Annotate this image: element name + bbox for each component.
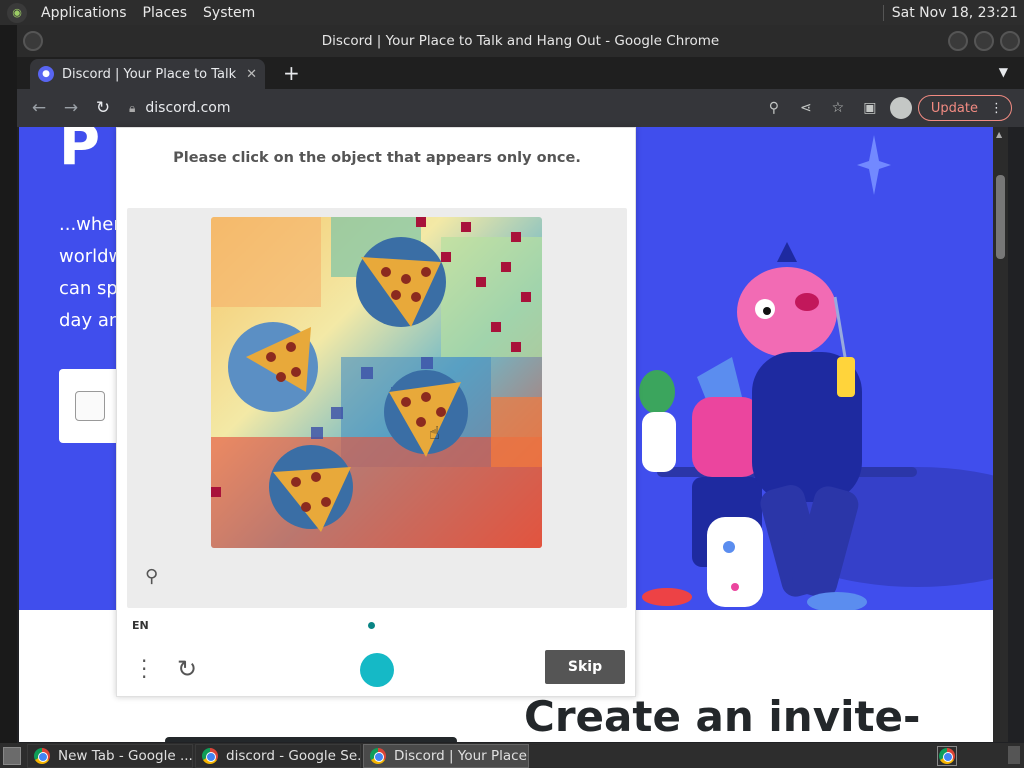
hcaptcha-checkbox[interactable]	[75, 391, 105, 421]
tab-strip: ● Discord | Your Place to Talk and Hang …	[17, 57, 1024, 89]
more-options-icon[interactable]: · · ·	[141, 651, 147, 687]
distro-logo-icon[interactable]: ◉	[7, 2, 27, 23]
challenge-area: ☝ ⚲	[127, 208, 627, 608]
chrome-icon	[370, 747, 386, 764]
tab-close-icon[interactable]: ✕	[246, 67, 257, 82]
zoom-magnifier-icon[interactable]: ⚲	[145, 566, 158, 587]
desktop-top-panel: ◉ Applications Places System Sat Nov 18,…	[0, 0, 1024, 25]
invite-heading: Create an invite-	[524, 692, 921, 741]
hero-heading: P	[59, 127, 101, 178]
window-titlebar[interactable]: Discord | Your Place to Talk and Hang Ou…	[17, 25, 1024, 57]
menu-system[interactable]: System	[195, 5, 263, 21]
update-button[interactable]: Update ⋮	[917, 95, 1012, 121]
language-selector[interactable]: EN	[132, 619, 149, 632]
address-url: discord.com	[145, 100, 231, 116]
tab-search-chevron-icon[interactable]: ▼	[999, 65, 1008, 79]
back-arrow-icon[interactable]: ←	[25, 94, 53, 122]
new-tab-button[interactable]: +	[283, 61, 300, 85]
workspace-switcher[interactable]	[1008, 746, 1020, 764]
skip-button[interactable]: Skip	[545, 650, 625, 684]
forward-arrow-icon[interactable]: →	[57, 94, 85, 122]
challenge-page-indicator	[368, 622, 375, 629]
maximize-button[interactable]	[974, 31, 994, 51]
chrome-icon	[202, 747, 218, 764]
side-panel-icon[interactable]: ▣	[856, 94, 884, 122]
hero-illustration	[639, 242, 1007, 610]
lock-icon[interactable]: 🔒︎	[129, 101, 135, 116]
minimize-button[interactable]	[948, 31, 968, 51]
taskbar-item-new-tab[interactable]: New Tab - Google ...	[27, 743, 193, 768]
challenge-footer: · · · ↻ Skip	[117, 643, 637, 698]
challenge-prompt: Please click on the object that appears …	[173, 150, 581, 166]
pizza-slice-2	[228, 322, 318, 412]
update-label: Update	[930, 100, 978, 116]
reload-icon[interactable]: ↻	[89, 94, 117, 122]
taskbar-item-discord[interactable]: Discord | Your Place ...	[363, 743, 529, 768]
tab-title: Discord | Your Place to Talk and Hang Ou…	[62, 66, 240, 82]
chrome-icon	[34, 747, 50, 764]
browser-toolbar: ← → ↻ 🔒︎ discord.com ⚲ ⋖ ☆ ▣ Update ⋮	[17, 89, 1024, 127]
hand-cursor-icon: ☝	[429, 423, 440, 444]
profile-avatar-icon[interactable]	[889, 97, 912, 119]
address-bar[interactable]: 🔒︎ discord.com	[121, 94, 756, 122]
show-desktop-icon[interactable]	[3, 746, 21, 765]
taskbar-item-discord-search[interactable]: discord - Google Se...	[195, 743, 361, 768]
discord-favicon-icon: ●	[38, 66, 54, 82]
scrollbar-thumb[interactable]	[996, 175, 1005, 259]
window-menu-button[interactable]	[23, 31, 43, 51]
share-icon[interactable]: ⋖	[792, 94, 820, 122]
panel-clock[interactable]: Sat Nov 18, 23:21	[882, 4, 1024, 21]
close-window-button[interactable]	[1000, 31, 1020, 51]
tab-discord[interactable]: ● Discord | Your Place to Talk and Hang …	[30, 59, 265, 89]
pizza-slice-1	[356, 237, 446, 327]
taskbar-item-label: New Tab - Google ...	[58, 747, 193, 764]
menu-applications[interactable]: Applications	[33, 5, 135, 21]
page-scrollbar[interactable]: ▲	[993, 127, 1008, 742]
bookmark-star-icon[interactable]: ☆	[824, 94, 852, 122]
sparkle-icon	[857, 135, 891, 195]
window-title: Discord | Your Place to Talk and Hang Ou…	[321, 33, 720, 49]
refresh-challenge-icon[interactable]: ↻	[177, 655, 197, 683]
taskbar-item-label: discord - Google Se...	[226, 747, 361, 764]
scroll-up-arrow-icon[interactable]: ▲	[996, 130, 1002, 139]
tray-chrome-icon[interactable]	[937, 746, 957, 766]
hcaptcha-challenge: Please click on the object that appears …	[116, 127, 636, 697]
taskbar-item-label: Discord | Your Place ...	[394, 747, 528, 764]
kebab-menu-icon[interactable]: ⋮	[990, 101, 1003, 116]
hcaptcha-logo-icon[interactable]	[360, 653, 394, 687]
desktop-taskbar: New Tab - Google ... discord - Google Se…	[0, 743, 1024, 768]
menu-places[interactable]: Places	[135, 5, 196, 21]
zoom-search-icon[interactable]: ⚲	[760, 94, 788, 122]
challenge-image[interactable]: ☝	[211, 217, 542, 548]
partial-dark-element	[165, 737, 457, 742]
